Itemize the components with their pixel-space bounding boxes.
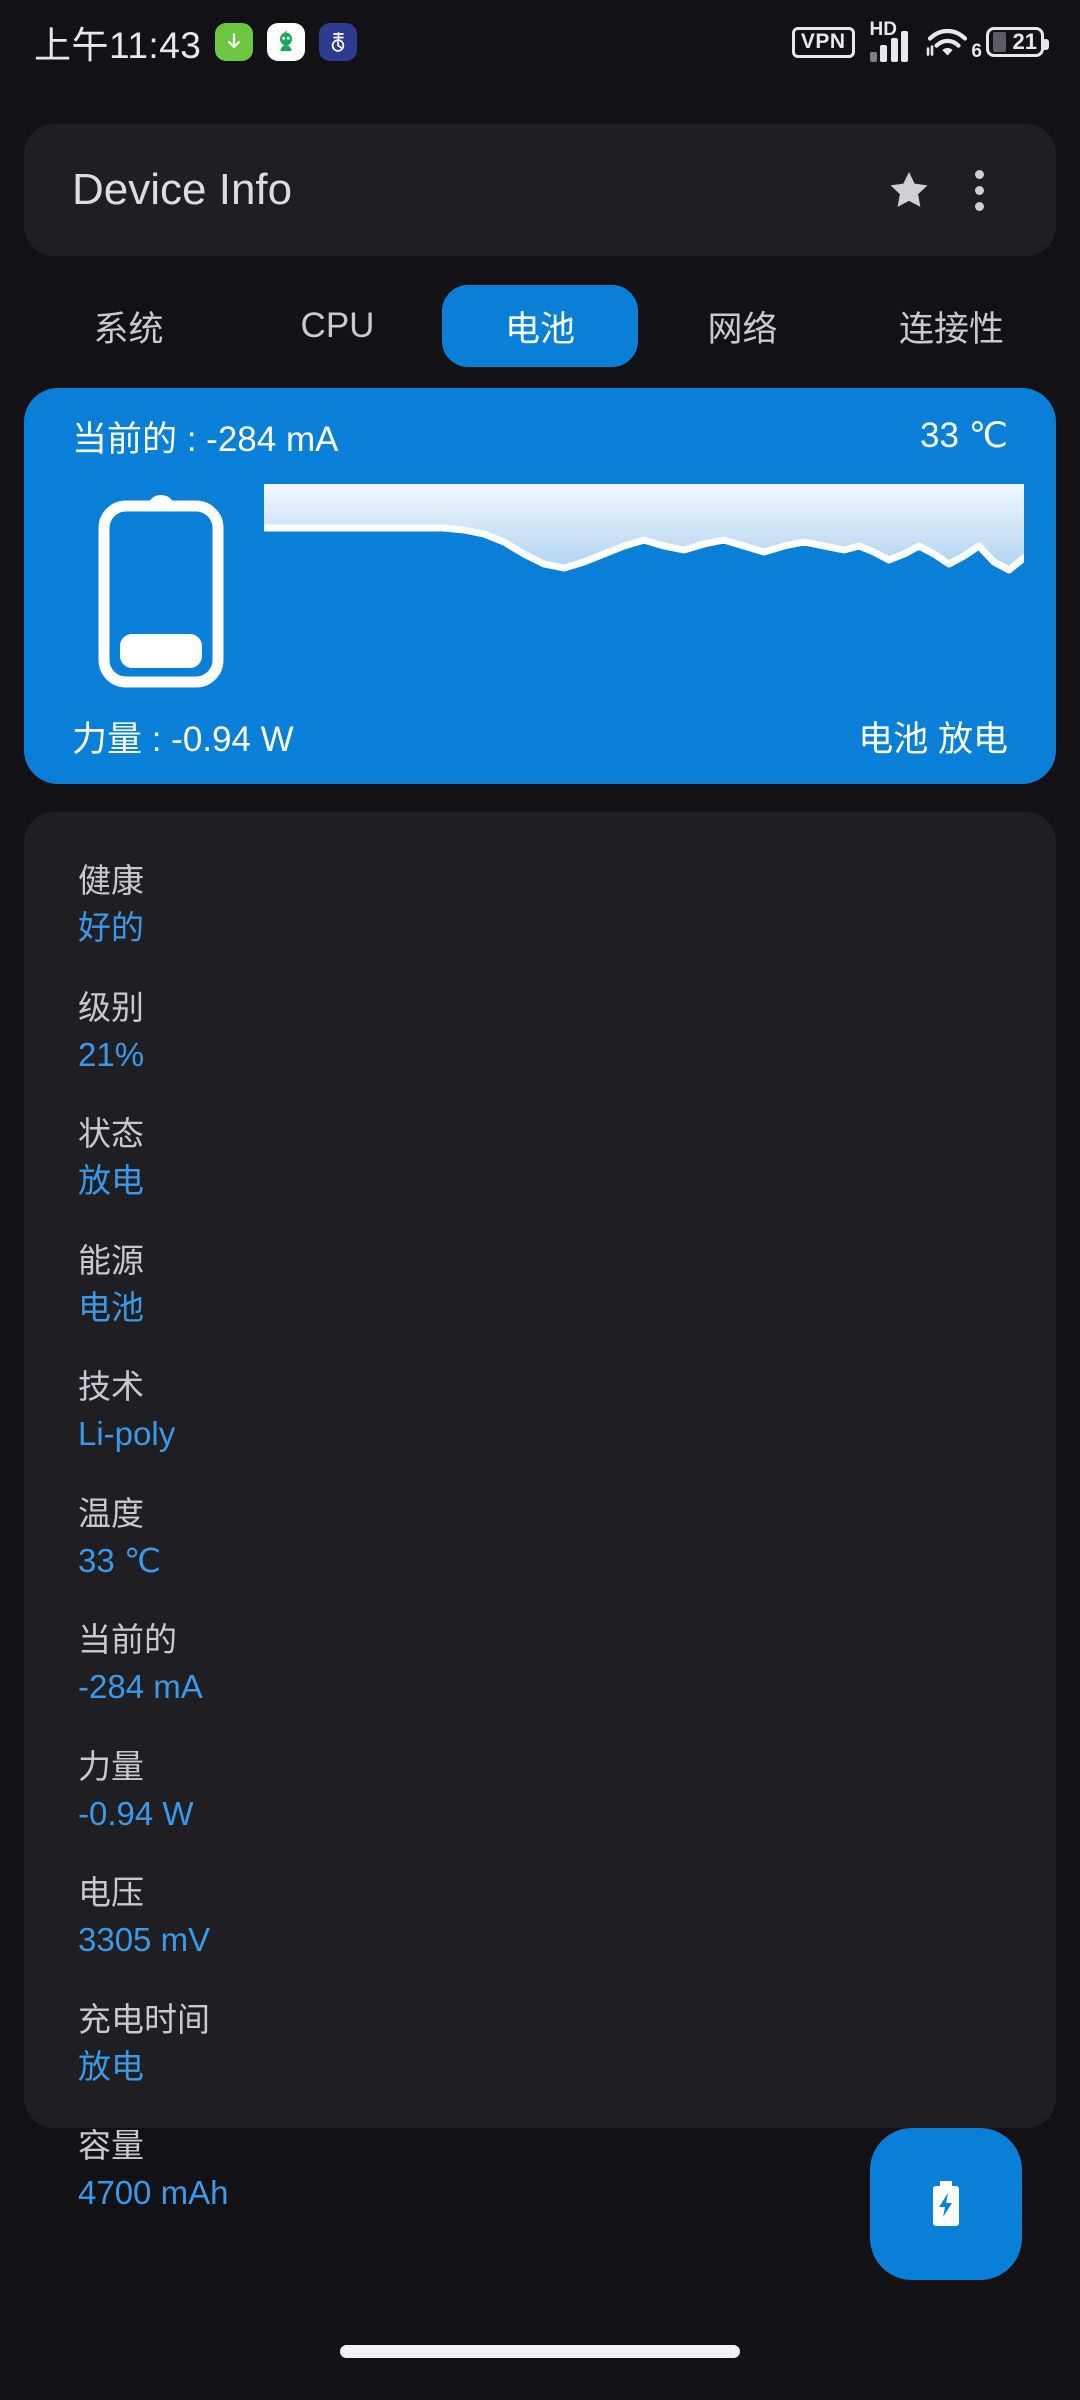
battery-fill	[993, 32, 1006, 52]
detail-label: 技术	[78, 1368, 144, 1405]
status-bar-left: 上午11:43	[34, 15, 358, 69]
detail-value: 放电	[78, 1162, 144, 1200]
home-indicator[interactable]	[340, 2345, 740, 2358]
current-history-chart	[260, 484, 1028, 689]
more-vertical-icon	[974, 169, 984, 179]
detail-value: -0.94 W	[78, 1794, 194, 1832]
detail-value: 放电	[78, 2047, 144, 2085]
detail-row-current[interactable]: 当前的 -284 mA	[78, 1619, 1002, 1708]
power-source-status-label: 电池 放电	[858, 719, 1008, 759]
detail-label: 能源	[78, 1241, 144, 1279]
tab-bar: 系统 CPU 电池 网络 连接性	[24, 278, 1056, 374]
battery-status-icon: 21	[986, 27, 1049, 57]
detail-value: Li-poly	[78, 1415, 176, 1453]
device-info-battery-screen: 上午11:43 VPN HD 6 21 Device Info 系统 CPU 电…	[0, 0, 1080, 2400]
detail-row-voltage[interactable]: 电压 3305 mV	[78, 1872, 1002, 1961]
detail-label: 力量	[78, 1747, 144, 1785]
status-bar: 上午11:43 VPN HD 6 21	[0, 0, 1080, 84]
detail-label: 电压	[78, 1874, 144, 1911]
detail-row-temperature[interactable]: 温度 33 ℃	[78, 1493, 1002, 1582]
wifi-generation-label: 6	[971, 41, 982, 62]
blue-app-icon	[319, 23, 358, 61]
detail-label: 级别	[78, 988, 144, 1026]
detail-value: 电池	[78, 1288, 144, 1326]
detail-label: 充电时间	[78, 2000, 210, 2038]
tab-system[interactable]: 系统	[24, 285, 233, 367]
detail-label: 容量	[78, 2127, 144, 2164]
tab-connectivity[interactable]: 连接性	[847, 285, 1056, 367]
favorite-button[interactable]	[872, 153, 946, 227]
tab-network[interactable]: 网络	[638, 285, 847, 367]
battery-details-card: 健康 好的 级别 21% 状态 放电 能源 电池 技术 Li-poly 温度 3…	[24, 812, 1056, 2211]
overflow-menu-button[interactable]	[946, 153, 1012, 227]
detail-row-health[interactable]: 健康 好的	[78, 860, 1002, 949]
status-bar-clock: 上午11:43	[34, 25, 202, 66]
detail-label: 健康	[78, 862, 144, 899]
detail-row-source[interactable]: 能源 电池	[78, 1240, 1002, 1329]
power-reading-label: 力量 : -0.94 W	[72, 719, 294, 759]
wifi-icon: 6	[923, 22, 982, 62]
detail-row-power[interactable]: 力量 -0.94 W	[78, 1746, 1002, 1835]
battery-percent-label: 21	[1012, 29, 1037, 54]
battery-summary-top-row: 当前的 : -284 mA 33 ℃	[24, 388, 1056, 484]
more-vertical-icon	[974, 201, 984, 211]
star-icon	[890, 171, 928, 207]
vpn-icon: VPN	[791, 26, 855, 58]
detail-label: 当前的	[78, 1621, 177, 1658]
tab-cpu[interactable]: CPU	[233, 285, 442, 367]
battery-charging-fab[interactable]	[870, 2128, 1022, 2280]
mascot-app-icon	[267, 23, 306, 61]
detail-row-charge-time[interactable]: 充电时间 放电	[78, 1999, 1002, 2088]
hd-label: HD	[869, 19, 897, 40]
cellular-signal-icon: HD	[869, 19, 908, 62]
status-bar-right: VPN HD 6 21	[791, 19, 1049, 62]
current-reading-label: 当前的 : -284 mA	[72, 419, 339, 459]
detail-value: 33 ℃	[78, 1541, 161, 1579]
detail-row-technology[interactable]: 技术 Li-poly	[78, 1366, 1002, 1455]
detail-value: -284 mA	[78, 1668, 203, 1706]
detail-row-level[interactable]: 级别 21%	[78, 987, 1002, 1076]
detail-row-status[interactable]: 状态 放电	[78, 1113, 1002, 1202]
tab-battery[interactable]: 电池	[442, 285, 638, 367]
battery-vertical-icon	[86, 484, 236, 689]
battery-summary-card: 当前的 : -284 mA 33 ℃ 力量: -0.94 W 电池 放电	[24, 388, 1056, 784]
detail-value: 21%	[78, 1035, 145, 1073]
temperature-reading-label: 33 ℃	[920, 416, 1008, 455]
detail-label: 温度	[78, 1494, 144, 1532]
download-arrow-icon	[215, 23, 254, 61]
detail-label: 状态	[78, 1115, 144, 1152]
detail-value: 3305 mV	[78, 1921, 211, 1959]
battery-summary-bottom-row: 力量 : -0.94 W 电池 放电	[24, 688, 1056, 784]
detail-value: 4700 mAh	[78, 2174, 229, 2212]
battery-charging-icon	[933, 2181, 959, 2226]
more-vertical-icon	[974, 185, 984, 195]
page-title: Device Info	[72, 165, 293, 214]
detail-row-capacity[interactable]: 容量 4700 mAh	[78, 2125, 1002, 2214]
detail-value: 好的	[78, 909, 144, 947]
app-bar: Device Info	[24, 124, 1056, 256]
